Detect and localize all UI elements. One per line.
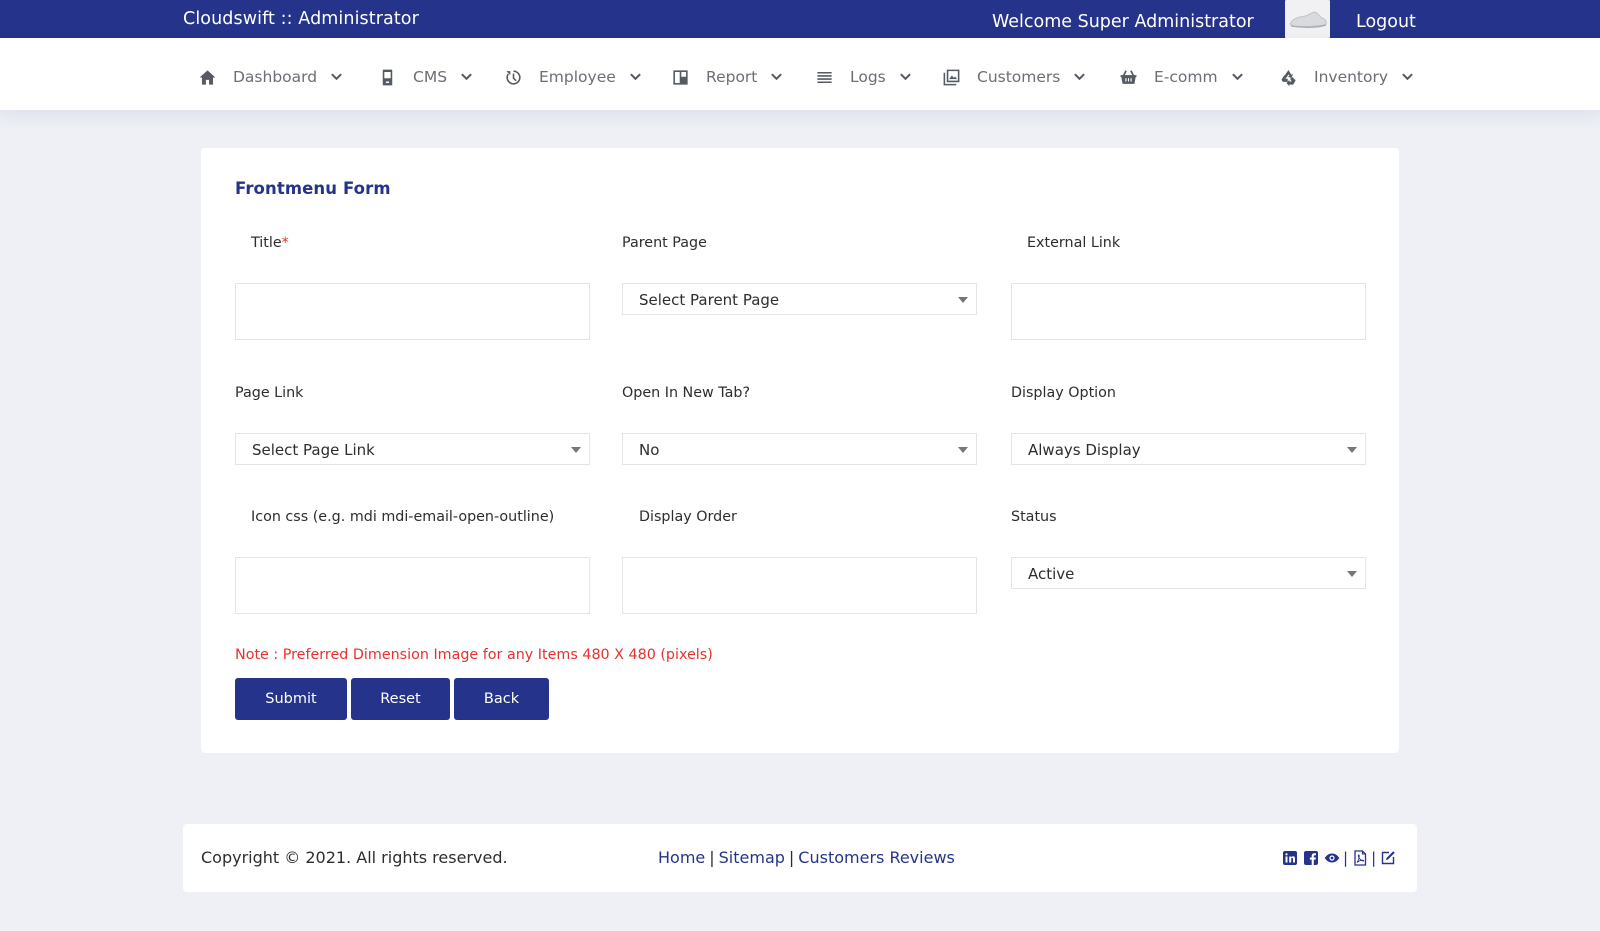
layout-icon — [670, 67, 690, 87]
display-option-label: Display Option — [1011, 385, 1116, 401]
back-button[interactable]: Back — [454, 678, 549, 720]
nav-label: Customers — [977, 68, 1061, 86]
required-marker: * — [281, 235, 289, 251]
dimension-note: Note : Preferred Dimension Image for any… — [235, 647, 713, 663]
nav-item-logs[interactable]: Logs — [814, 64, 913, 90]
avatar[interactable] — [1285, 0, 1330, 38]
nav-label: Employee — [539, 68, 616, 86]
home-icon — [197, 67, 217, 87]
clock-icon — [503, 67, 523, 87]
phone-icon — [377, 67, 397, 87]
nav-item-customers[interactable]: Customers — [941, 64, 1087, 90]
nav-item-dashboard[interactable]: Dashboard — [197, 64, 344, 90]
status-selected-value: Active — [1028, 565, 1075, 583]
logout-link[interactable]: Logout — [1356, 12, 1416, 32]
caret-down-icon — [571, 447, 581, 453]
nav-label: Logs — [850, 68, 886, 86]
nav-item-employee[interactable]: Employee — [503, 64, 643, 90]
link-separator: | — [788, 848, 795, 867]
footer-link-customers-reviews[interactable]: Customers Reviews — [798, 848, 955, 867]
welcome-text: Welcome Super Administrator — [992, 12, 1254, 32]
open-new-tab-select[interactable]: No — [622, 433, 977, 465]
title-label-text: Title — [251, 235, 282, 251]
title-label: Title* — [251, 235, 289, 251]
parent-page-label: Parent Page — [622, 235, 707, 251]
caret-down-icon — [1347, 447, 1357, 453]
display-option-selected-value: Always Display — [1028, 441, 1141, 459]
display-order-label: Display Order — [639, 509, 737, 525]
nav-item-report[interactable]: Report — [670, 64, 784, 90]
page-link-label: Page Link — [235, 385, 304, 401]
form-title: Frontmenu Form — [235, 179, 391, 198]
facebook-icon[interactable] — [1302, 850, 1319, 867]
nav-label: E-comm — [1154, 68, 1218, 86]
footer: Copyright © 2021. All rights reserved. H… — [183, 824, 1417, 892]
link-separator: | — [709, 848, 715, 867]
submit-button[interactable]: Submit — [235, 678, 347, 720]
image-icon — [941, 67, 961, 87]
page-link-selected-value: Select Page Link — [252, 441, 375, 459]
edit-icon[interactable] — [1379, 850, 1396, 867]
footer-link-sitemap[interactable]: Sitemap — [719, 848, 785, 867]
display-option-select[interactable]: Always Display — [1011, 433, 1366, 465]
caret-down-icon — [1347, 571, 1357, 577]
nav-label: Report — [706, 68, 758, 86]
page-link-select[interactable]: Select Page Link — [235, 433, 590, 465]
status-select[interactable]: Active — [1011, 557, 1366, 589]
main-navbar: Dashboard CMS Employee Report Logs Custo… — [0, 38, 1600, 110]
open-new-tab-selected-value: No — [639, 441, 660, 459]
chevron-down-icon — [1401, 70, 1415, 84]
brand-title: Cloudswift :: Administrator — [183, 9, 419, 29]
chevron-down-icon — [1231, 70, 1245, 84]
nav-item-inventory[interactable]: Inventory — [1278, 64, 1415, 90]
chevron-down-icon — [770, 70, 784, 84]
icon-css-input[interactable] — [235, 557, 590, 614]
status-label: Status — [1011, 509, 1057, 525]
basket-icon — [1118, 67, 1138, 87]
footer-links: Home | Sitemap | Customers Reviews — [658, 848, 955, 867]
open-new-tab-label: Open In New Tab? — [622, 385, 751, 401]
nav-label: Inventory — [1314, 68, 1389, 86]
reset-button[interactable]: Reset — [351, 678, 450, 720]
external-link-label: External Link — [1027, 235, 1121, 251]
eye-icon[interactable] — [1323, 850, 1340, 867]
pdf-icon[interactable] — [1351, 850, 1368, 867]
chevron-down-icon — [460, 70, 474, 84]
chevron-down-icon — [899, 70, 913, 84]
icon-css-label: Icon css (e.g. mdi mdi-email-open-outlin… — [251, 509, 555, 525]
copyright-text: Copyright © 2021. All rights reserved. — [201, 848, 508, 867]
nav-item-cms[interactable]: CMS — [377, 64, 474, 90]
nav-label: Dashboard — [233, 68, 318, 86]
shoe-image — [1289, 11, 1327, 28]
caret-down-icon — [958, 297, 968, 303]
linkedin-icon[interactable] — [1281, 850, 1298, 867]
footer-icons: | | — [1281, 848, 1396, 868]
list-icon — [814, 67, 834, 87]
parent-page-select[interactable]: Select Parent Page — [622, 283, 977, 315]
recycle-icon — [1278, 67, 1298, 87]
external-link-input[interactable] — [1011, 283, 1366, 340]
parent-page-selected-value: Select Parent Page — [639, 291, 780, 309]
frontmenu-form-card: Frontmenu Form Title* Parent Page Select… — [201, 148, 1399, 753]
icon-divider: | — [1343, 849, 1349, 867]
display-order-input[interactable] — [622, 557, 977, 614]
top-bar: Cloudswift :: Administrator Welcome Supe… — [0, 0, 1600, 38]
footer-link-home[interactable]: Home — [658, 848, 705, 867]
nav-item-ecomm[interactable]: E-comm — [1118, 64, 1245, 90]
nav-label: CMS — [413, 68, 448, 86]
chevron-down-icon — [1073, 70, 1087, 84]
chevron-down-icon — [629, 70, 643, 84]
icon-divider: | — [1371, 849, 1377, 867]
caret-down-icon — [958, 447, 968, 453]
chevron-down-icon — [330, 70, 344, 84]
title-input[interactable] — [235, 283, 590, 340]
